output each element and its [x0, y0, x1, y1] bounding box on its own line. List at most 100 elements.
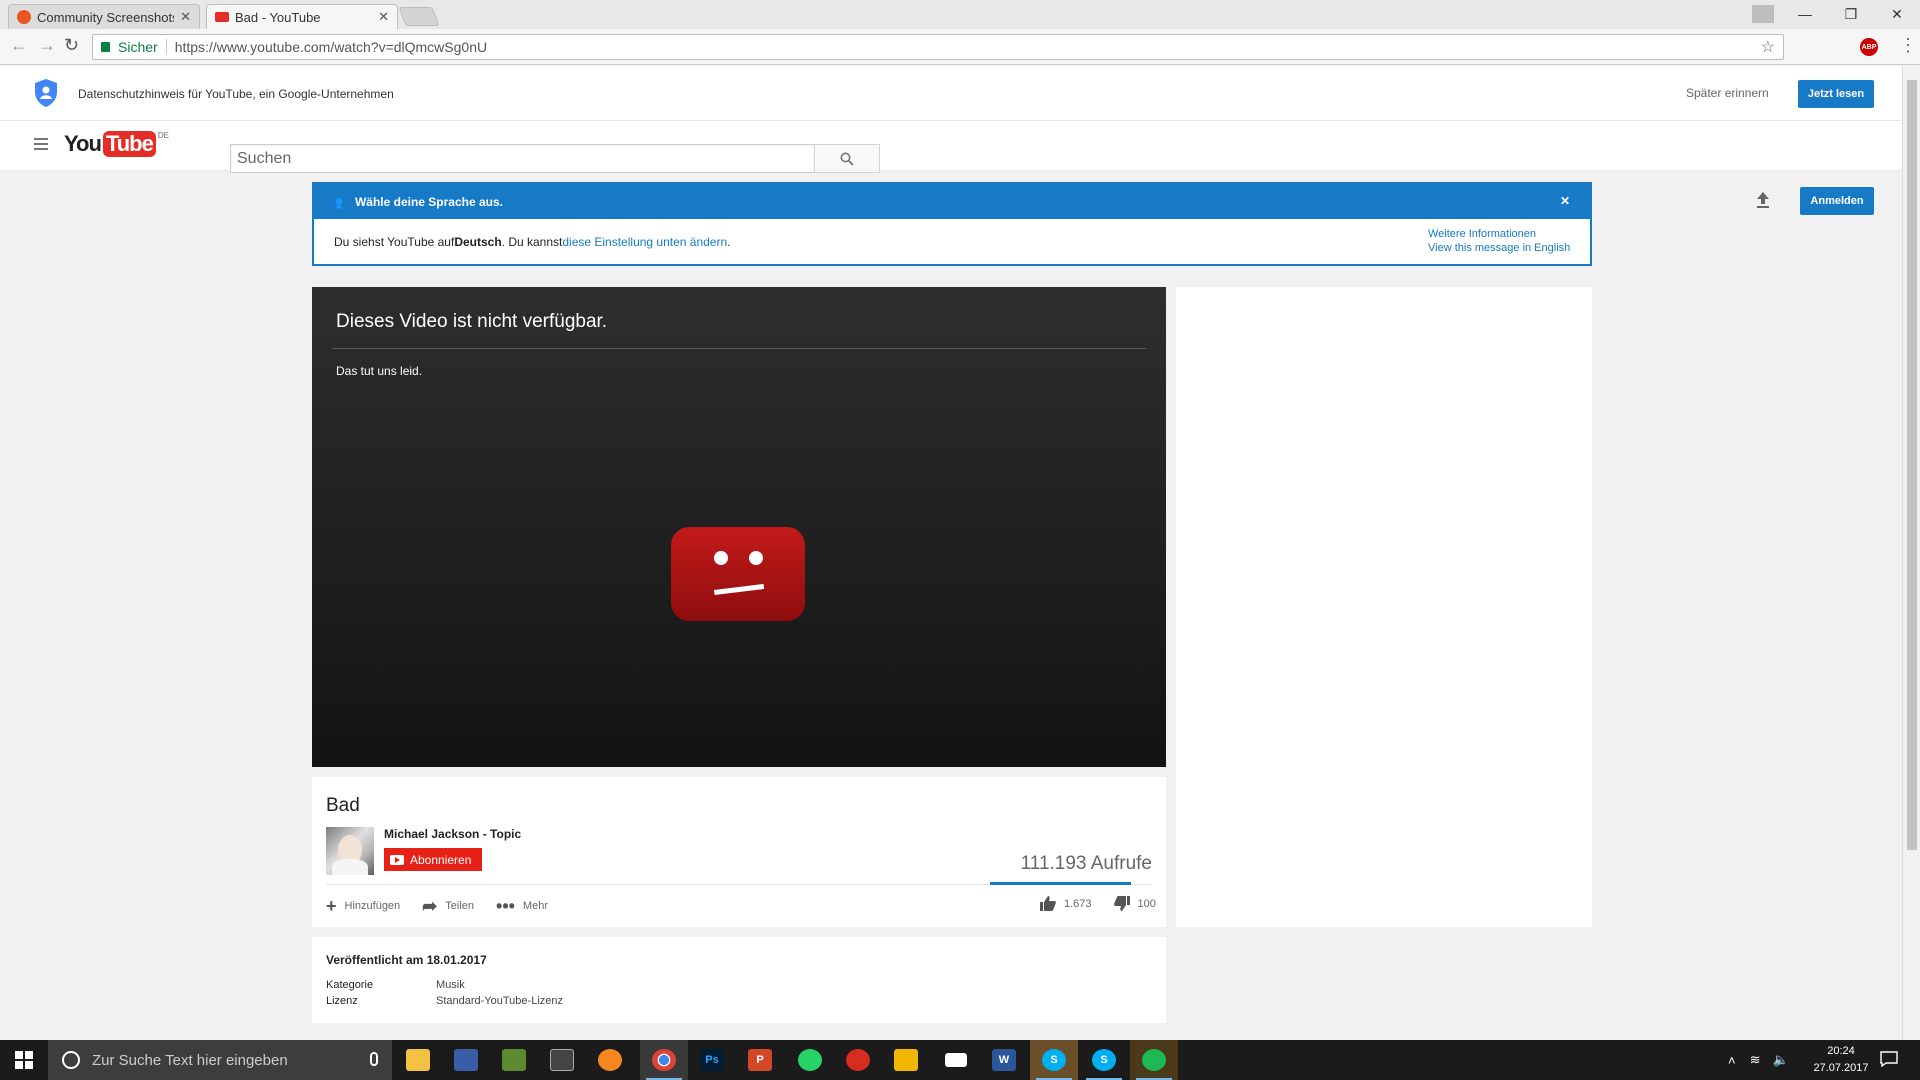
address-bar[interactable]: Sicher https://www.youtube.com/watch?v=d… [92, 34, 1784, 60]
windows-logo-icon [15, 1051, 33, 1069]
rating-group: 1.673 100 [1040, 896, 1156, 911]
tab-title: Community Screenshots [37, 9, 175, 25]
mail-icon[interactable] [932, 1040, 980, 1080]
language-body-mid: . Du kannst [501, 234, 563, 249]
word-icon[interactable]: W [980, 1040, 1028, 1080]
search-icon [840, 152, 854, 166]
notification-icon[interactable] [1880, 1050, 1898, 1068]
thumbs-up-icon[interactable] [1040, 896, 1056, 911]
minecraft-icon[interactable] [490, 1040, 538, 1080]
chrome-icon[interactable] [640, 1040, 688, 1080]
youtube-logo[interactable]: You Tube DE [64, 131, 169, 157]
adblock-icon[interactable]: ABP [1860, 38, 1878, 56]
star-icon[interactable]: ☆ [1761, 37, 1775, 57]
thumbs-down-icon[interactable] [1113, 896, 1130, 911]
search-button[interactable] [814, 144, 880, 173]
chevron-up-icon[interactable]: ˄ [1728, 1053, 1736, 1068]
remind-later-link[interactable]: Später erinnern [1686, 86, 1769, 100]
action-bar: + Hinzufügen ➦ Teilen ••• Mehr [326, 896, 570, 916]
ccleaner-icon[interactable] [834, 1040, 882, 1080]
more-horiz-icon: ••• [496, 895, 515, 916]
avast-icon[interactable] [586, 1040, 634, 1080]
windows-taskbar: Zur Suche Text hier eingeben Ps P W S S … [0, 1040, 1920, 1080]
minimize-button[interactable]: — [1782, 0, 1828, 28]
whatsapp-icon[interactable] [786, 1040, 834, 1080]
close-icon[interactable]: ✕ [378, 9, 389, 25]
tab-community-screenshots[interactable]: Community Screenshots ✕ [8, 4, 200, 29]
error-subtitle: Das tut uns leid. [336, 364, 423, 378]
license-label: Lizenz [326, 995, 358, 1007]
powerpoint-icon[interactable]: P [736, 1040, 784, 1080]
browser-toolbar: ← → ↻ Sicher https://www.youtube.com/wat… [0, 29, 1920, 65]
channel-name[interactable]: Michael Jackson - Topic [384, 827, 521, 841]
skype-icon[interactable]: S [1080, 1040, 1128, 1080]
privacy-banner: Datenschutzhinweis für YouTube, ein Goog… [0, 66, 1902, 121]
reload-icon[interactable]: ↻ [64, 35, 79, 56]
microphone-icon[interactable] [370, 1052, 378, 1066]
tab-title: Bad - YouTube [235, 9, 321, 25]
taskbar-search-placeholder: Zur Suche Text hier eingeben [92, 1051, 288, 1069]
english-link[interactable]: View this message in English [1428, 241, 1570, 255]
wifi-icon[interactable]: ≋ [1750, 1052, 1761, 1068]
avatar[interactable] [326, 827, 374, 875]
category-value[interactable]: Musik [436, 979, 465, 991]
language-icon: 👥 [328, 194, 343, 209]
language-notice-body: Du siehst YouTube auf Deutsch. Du kannst… [314, 219, 1590, 264]
volume-icon[interactable]: 🔈 [1773, 1052, 1789, 1068]
new-tab-button[interactable] [398, 7, 440, 26]
view-count: 111.193 Aufrufe [1020, 853, 1152, 874]
lock-icon [101, 42, 110, 52]
add-button[interactable]: + Hinzufügen [326, 896, 400, 917]
photoshop-icon[interactable]: Ps [688, 1040, 736, 1080]
license-value: Standard-YouTube-Lizenz [436, 995, 563, 1007]
share-icon: ➦ [422, 895, 438, 916]
close-window-button[interactable]: ✕ [1874, 0, 1920, 28]
shield-icon [35, 79, 57, 107]
scrollbar-thumb[interactable] [1907, 80, 1917, 850]
taskbar-search-input[interactable]: Zur Suche Text hier eingeben [48, 1040, 392, 1080]
more-info-link[interactable]: Weitere Informationen [1428, 227, 1570, 241]
hamburger-menu-icon[interactable] [34, 138, 48, 153]
skype-icon[interactable]: S [1030, 1040, 1078, 1080]
close-icon[interactable]: ✕ [1560, 194, 1570, 208]
video-details: Veröffentlicht am 18.01.2017 Kategorie M… [312, 937, 1166, 1023]
back-arrow-icon[interactable]: ← [10, 35, 28, 56]
ubuntu-icon [17, 10, 31, 24]
sad-face-icon [671, 527, 805, 621]
system-tray: ˄ ≋ 🔈 [1728, 1040, 1789, 1080]
plus-icon: + [326, 895, 337, 916]
more-label: Mehr [522, 900, 548, 912]
sign-in-button[interactable]: Anmelden [1800, 187, 1874, 215]
restore-button[interactable]: ❐ [1828, 0, 1874, 28]
video-player[interactable]: Dieses Video ist nicht verfügbar. Das tu… [312, 287, 1166, 767]
subscribe-button[interactable]: Abonnieren [384, 848, 482, 871]
language-body-prefix: Du siehst YouTube auf [334, 234, 455, 249]
error-title: Dieses Video ist nicht verfügbar. [336, 311, 608, 332]
spotify-icon[interactable] [1130, 1040, 1178, 1080]
forward-arrow-icon[interactable]: → [38, 35, 56, 56]
app-icon[interactable] [442, 1040, 490, 1080]
page-viewport: Datenschutzhinweis für YouTube, ein Goog… [0, 66, 1902, 1040]
share-button[interactable]: ➦ Teilen [422, 896, 474, 917]
read-now-button[interactable]: Jetzt lesen [1798, 80, 1874, 108]
upload-icon[interactable] [1752, 189, 1774, 211]
add-label: Hinzufügen [344, 900, 401, 912]
windows-start-button[interactable] [0, 1040, 48, 1080]
more-vert-icon[interactable]: ⋮ [1899, 35, 1917, 56]
app-icon[interactable] [882, 1040, 930, 1080]
youtube-icon [390, 854, 404, 865]
search-input[interactable]: Suchen [230, 144, 815, 173]
divider [165, 39, 167, 55]
dislikes-count: 100 [1137, 897, 1156, 910]
change-setting-link[interactable]: diese Einstellung unten ändern [562, 235, 727, 249]
file-explorer-icon[interactable] [394, 1040, 442, 1080]
tab-bad-youtube[interactable]: Bad - YouTube ✕ [206, 4, 398, 29]
app-icon[interactable] [538, 1040, 586, 1080]
taskbar-clock[interactable]: 20:24 27.07.2017 [1808, 1043, 1874, 1077]
privacy-text: Datenschutzhinweis für YouTube, ein Goog… [78, 87, 394, 101]
video-title: Bad [326, 795, 360, 816]
page-scrollbar[interactable] [1902, 66, 1920, 1040]
more-button[interactable]: ••• Mehr [496, 896, 548, 917]
close-icon[interactable]: ✕ [180, 9, 191, 25]
profile-icon[interactable] [1740, 0, 1786, 28]
